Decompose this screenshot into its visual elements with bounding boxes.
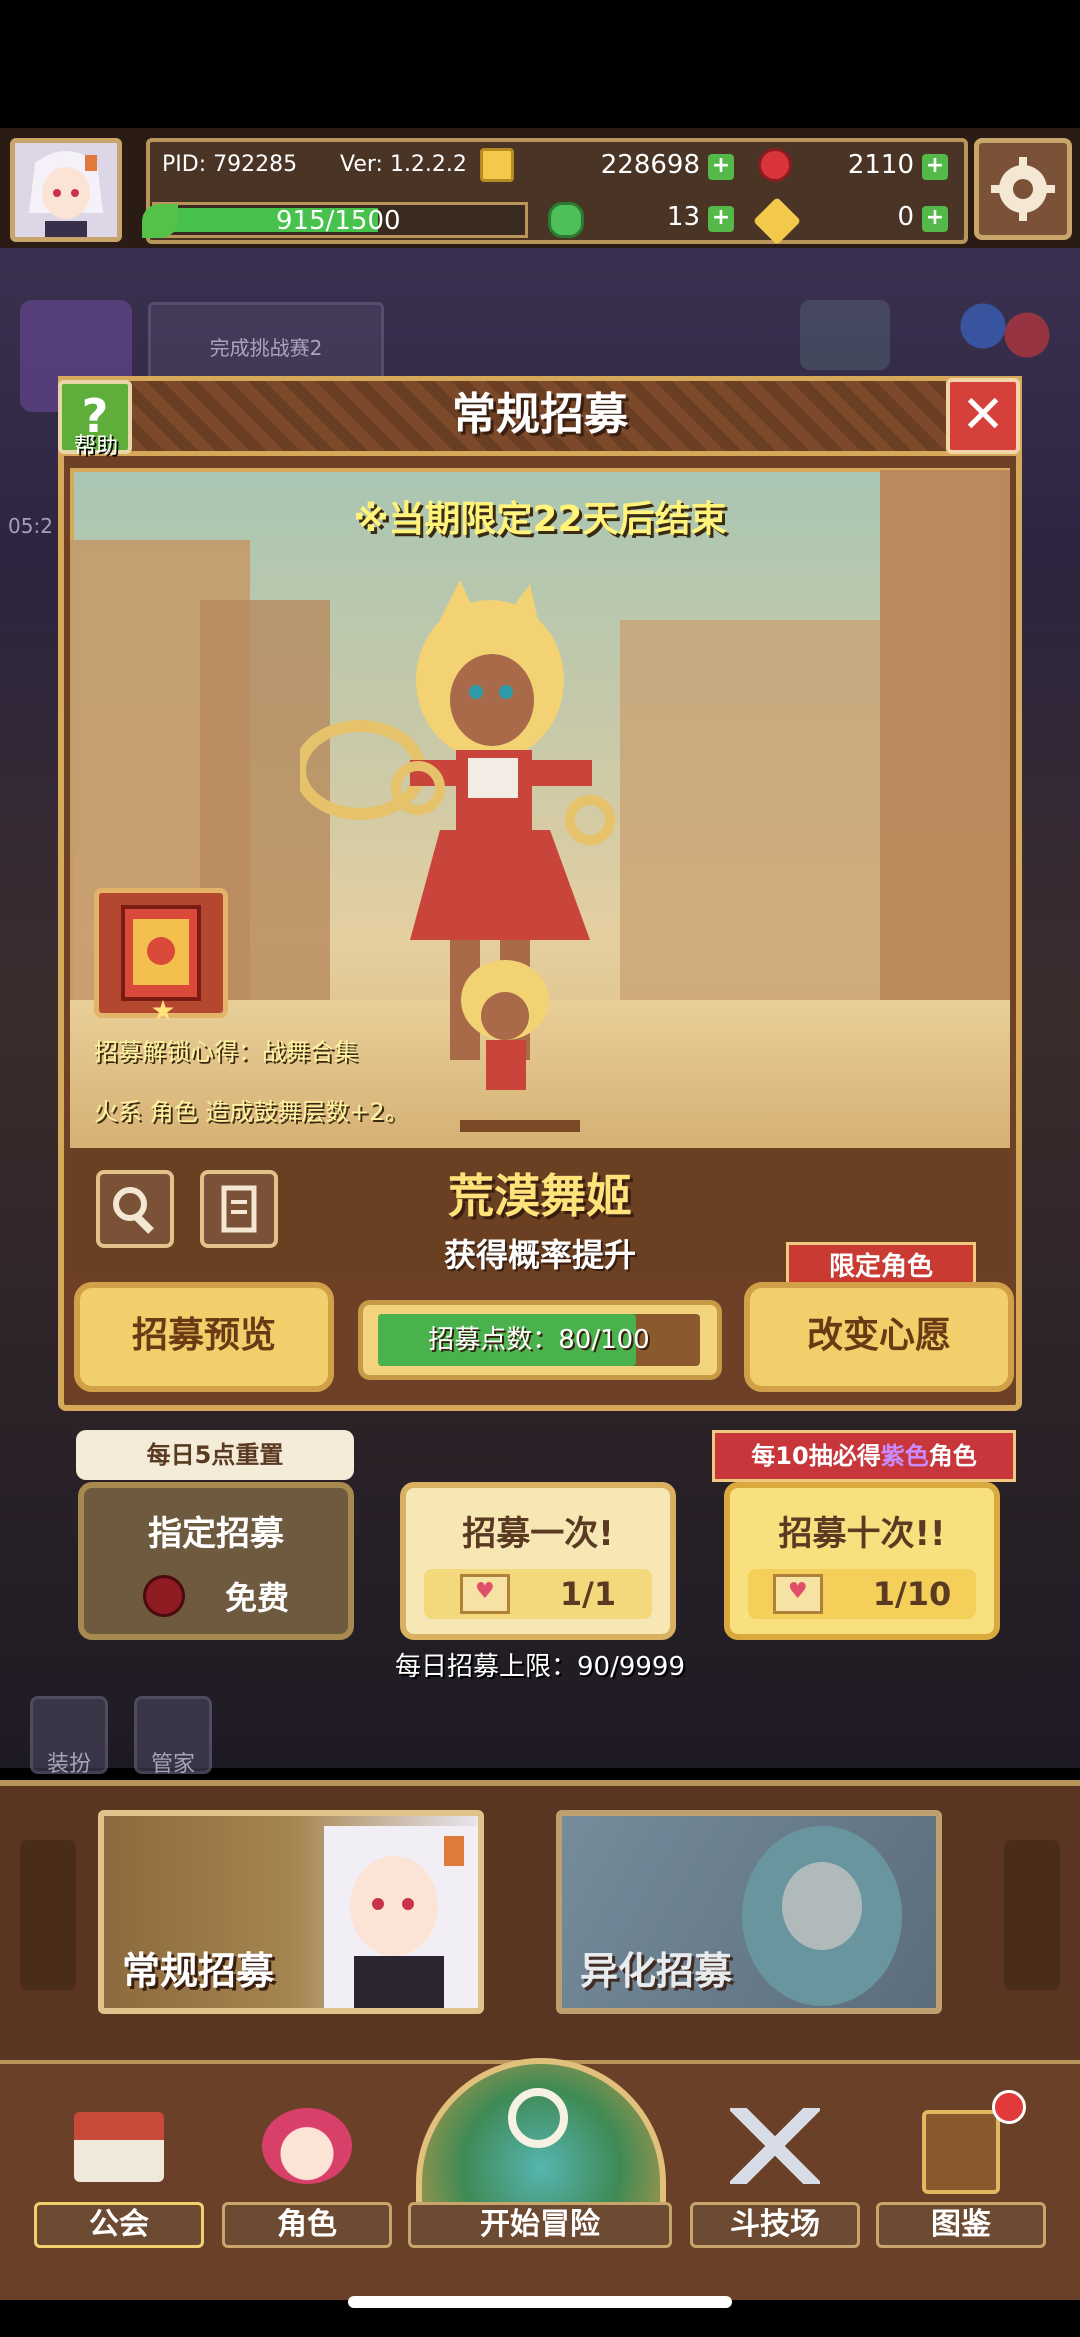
game-version: Ver: 1.2.2.2 (340, 152, 467, 177)
avatar-portrait-icon (15, 143, 117, 237)
nav-codex-label: 图鉴 (876, 2202, 1046, 2248)
butler-label: 管家 (150, 1752, 195, 1777)
recruit-once-cost: 1/1 (559, 1575, 617, 1613)
ticket-heart-icon: ♥ (459, 1574, 510, 1614)
recruit-ten-label: 招募十次!! (778, 1514, 946, 1554)
add-key-button[interactable]: + (922, 206, 948, 232)
nav-start-adventure[interactable]: 开始冒险 (408, 2098, 672, 2248)
nav-start-adventure-label: 开始冒险 (408, 2202, 672, 2248)
xp-value: 915/1500 (276, 206, 401, 236)
recruit-once-label: 招募一次! (462, 1514, 614, 1554)
recruit-ten-button[interactable]: 招募十次!! ♥ 1/10 (724, 1482, 1000, 1640)
recruit-once-button[interactable]: 招募一次! ♥ 1/1 (400, 1482, 676, 1640)
crossed-swords-icon (730, 2108, 820, 2184)
guild-building-icon (74, 2112, 164, 2182)
details-button[interactable] (200, 1170, 278, 1248)
challenge-tab-label: 完成挑战赛2 (209, 336, 323, 360)
pity-highlight: 紫色 (880, 1442, 929, 1470)
gear-icon (991, 157, 1055, 221)
designate-cost: 免费 (224, 1579, 289, 1617)
nav-arena-label: 斗技场 (690, 2202, 860, 2248)
key-amount: 0 (897, 202, 914, 232)
red-orb-icon (142, 1575, 185, 1617)
change-wish-button[interactable]: 改变心愿 (744, 1282, 1014, 1392)
featured-character-name: 荒漠舞姬 (448, 1169, 632, 1223)
codex-book-icon (922, 2110, 1000, 2194)
zoom-button[interactable] (96, 1170, 174, 1248)
gem-amount: 2110 (847, 150, 914, 180)
clover-amount: 13 (666, 202, 700, 232)
designate-recruit-button[interactable]: 指定招募 免费 (78, 1482, 354, 1640)
add-gold-button[interactable]: + (708, 154, 734, 180)
scroll-left-arrow[interactable] (20, 1840, 76, 1990)
close-icon: ✕ (961, 385, 1005, 445)
pity-prefix: 每10抽必得 (751, 1442, 881, 1470)
daily-recruit-limit: 每日招募上限：90/9999 (394, 1652, 685, 1682)
xp-leaf-icon (142, 204, 178, 238)
nav-arena[interactable]: 斗技场 (690, 2098, 860, 2248)
gold-amount: 228698 (600, 150, 700, 180)
nav-guild[interactable]: 公会 (34, 2098, 204, 2248)
recruit-ten-cost: 1/10 (872, 1575, 952, 1613)
add-gem-button[interactable]: + (922, 154, 948, 180)
magnifier-icon (113, 1187, 154, 1234)
close-button[interactable]: ✕ (946, 378, 1020, 454)
settings-button[interactable] (974, 138, 1072, 240)
tab-regular-label: 常规招募 (122, 1949, 275, 1993)
clover-icon (548, 202, 584, 238)
recruit-points-label: 招募点数：80/100 (428, 1325, 650, 1355)
red-gem-icon (758, 148, 792, 182)
chat-icon[interactable] (800, 300, 890, 370)
player-avatar[interactable] (10, 138, 122, 242)
tab-alien-label: 异化招募 (580, 1949, 733, 1993)
gold-coin-icon (480, 148, 514, 182)
outfit-label: 装扮 (46, 1752, 91, 1777)
help-label: 帮助 (73, 434, 118, 459)
limited-time-notice: ※当期限定22天后结束 (353, 499, 727, 540)
modal-title: 常规招募 (452, 389, 628, 440)
balloon-icon[interactable] (950, 290, 1060, 380)
pity-tag: 每10抽必得紫色角色 (712, 1430, 1016, 1482)
home-indicator[interactable] (348, 2296, 732, 2308)
unlock-insight-text: 招募解锁心得：战舞合集 (94, 1038, 358, 1066)
recruit-preview-button[interactable]: 招募预览 (74, 1282, 334, 1392)
list-icon (221, 1185, 257, 1233)
player-id: PID: 792285 (162, 152, 298, 177)
notification-dot (992, 2090, 1026, 2124)
star-icon: ★ (150, 994, 176, 1027)
nav-character[interactable]: 角色 (222, 2098, 392, 2248)
nav-character-label: 角色 (222, 2202, 392, 2248)
ticket-heart-icon: ♥ (772, 1574, 823, 1614)
nav-guild-label: 公会 (34, 2202, 204, 2248)
scroll-right-arrow[interactable] (1004, 1840, 1060, 1990)
designate-recruit-label: 指定招募 (148, 1514, 284, 1554)
rate-up-label: 获得概率提升 (443, 1236, 636, 1274)
nav-codex[interactable]: 图鉴 (876, 2098, 1046, 2248)
insight-effect-text: 火系 角色 造成鼓舞层数+2。 (94, 1098, 409, 1126)
pity-suffix: 角色 (928, 1442, 977, 1470)
character-face-icon (262, 2108, 352, 2184)
daily-reset-tag: 每日5点重置 (76, 1430, 354, 1480)
add-clover-button[interactable]: + (708, 206, 734, 232)
